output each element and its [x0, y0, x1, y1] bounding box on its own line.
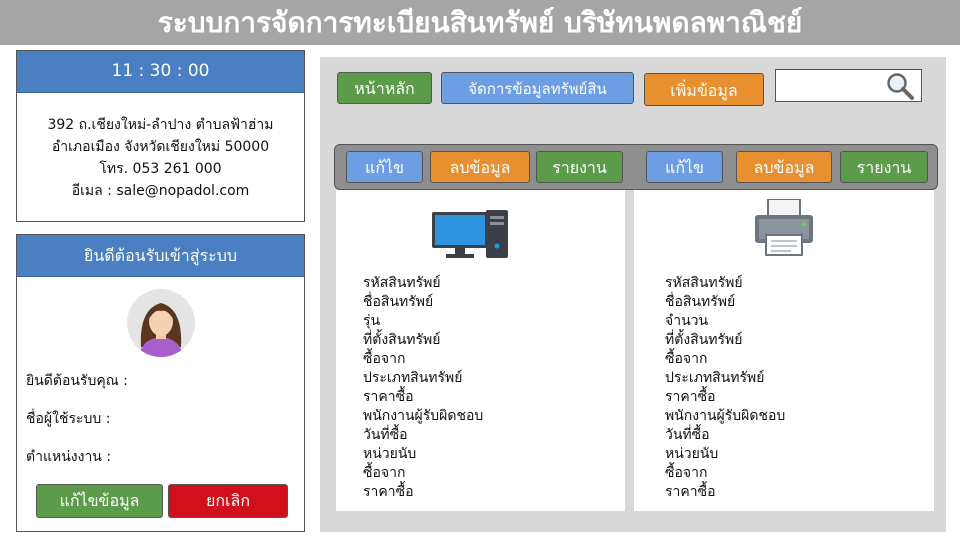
field-list: รหัสสินทรัพย์ ชื่อสินทรัพย์ จำนวน ที่ตั้… [665, 274, 785, 502]
welcome-header: ยินดีต้อนรับเข้าสู่ระบบ [17, 235, 304, 277]
list-item: ราคาซื้อ [665, 484, 716, 500]
user-avatar-icon [139, 303, 183, 357]
contact-panel: 11 : 30 : 00 392 ถ.เชียงใหม่-ลำปาง ตำบลฟ… [16, 50, 305, 222]
welcome-heading: ยินดีต้อนรับเข้าสู่ระบบ [83, 246, 238, 265]
list-item: จำนวน [665, 313, 709, 329]
add-data-button[interactable]: เพิ่มข้อมูล [644, 73, 764, 106]
list-item: ราคาซื้อ [363, 484, 414, 500]
welcome-panel: ยินดีต้อนรับเข้าสู่ระบบ ยินดีต้อนรับคุณ … [16, 234, 305, 532]
list-item: ประเภทสินทรัพย์ [665, 370, 765, 386]
cancel-button[interactable]: ยกเลิก [168, 484, 288, 518]
username-label: ชื่อผู้ใช้ระบบ : [26, 411, 111, 427]
list-item: พนักงานผู้รับผิดชอบ [665, 408, 786, 424]
avatar [127, 289, 195, 357]
computer-icon [432, 210, 508, 258]
contact-info: 392 ถ.เชียงใหม่-ลำปาง ตำบลฟ้าฮ่าม อำเภอเ… [17, 114, 304, 202]
list-item: วันที่ซื้อ [665, 427, 710, 443]
greeting-label: ยินดีต้อนรับคุณ : [26, 373, 128, 389]
asset-card-computer[interactable]: รหัสสินทรัพย์ ชื่อสินทรัพย์ รุ่น ที่ตั้ง… [336, 190, 625, 511]
title-bar: ระบบการจัดการทะเบียนสินทรัพย์ บริษัทนพดล… [0, 0, 960, 45]
asset-card-printer[interactable]: รหัสสินทรัพย์ ชื่อสินทรัพย์ จำนวน ที่ตั้… [634, 190, 934, 511]
list-item: ราคาซื้อ [363, 389, 414, 405]
list-item: ซื้อจาก [363, 465, 406, 481]
report-button-1[interactable]: รายงาน [536, 151, 623, 183]
search-input[interactable] [780, 74, 884, 99]
list-item: รหัสสินทรัพย์ [665, 275, 743, 291]
list-item: ราคาซื้อ [665, 389, 716, 405]
list-item: วันที่ซื้อ [363, 427, 408, 443]
edit-button-2[interactable]: แก้ไข [646, 151, 723, 183]
clock-header: 11 : 30 : 00 [17, 51, 304, 93]
report-button-2[interactable]: รายงาน [840, 151, 928, 183]
search-box[interactable] [775, 69, 922, 102]
list-item: พนักงานผู้รับผิดชอบ [363, 408, 484, 424]
edit-button-1[interactable]: แก้ไข [346, 151, 423, 183]
home-button[interactable]: หน้าหลัก [337, 72, 432, 104]
list-item: ชื่อสินทรัพย์ [363, 294, 434, 310]
field-list: รหัสสินทรัพย์ ชื่อสินทรัพย์ รุ่น ที่ตั้ง… [363, 274, 483, 502]
page-title: ระบบการจัดการทะเบียนสินทรัพย์ บริษัทนพดล… [157, 6, 803, 39]
manage-assets-button[interactable]: จัดการข้อมูลทรัพย์สิน [441, 72, 634, 104]
search-icon[interactable] [885, 71, 915, 101]
printer-icon [755, 199, 813, 256]
clock: 11 : 30 : 00 [111, 61, 210, 81]
list-item: ซื้อจาก [665, 465, 708, 481]
list-item: ที่ตั้งสินทรัพย์ [363, 332, 441, 348]
list-item: หน่วยนับ [363, 446, 417, 462]
list-item: ที่ตั้งสินทรัพย์ [665, 332, 743, 348]
list-item: รหัสสินทรัพย์ [363, 275, 441, 291]
phone: โทร. 053 261 000 [99, 161, 222, 177]
list-item: ประเภทสินทรัพย์ [363, 370, 463, 386]
list-item: รุ่น [363, 313, 381, 329]
position-label: ตำแหน่งงาน : [26, 449, 112, 465]
address-line-2: อำเภอเมือง จังหวัดเชียงใหม่ 50000 [51, 139, 270, 155]
list-item: หน่วยนับ [665, 446, 719, 462]
delete-button-1[interactable]: ลบข้อมูล [430, 151, 530, 183]
email: อีเมล : sale@nopadol.com [71, 183, 250, 199]
list-item: ซื้อจาก [363, 351, 406, 367]
edit-profile-button[interactable]: แก้ไขข้อมูล [36, 484, 163, 518]
list-item: ชื่อสินทรัพย์ [665, 294, 736, 310]
delete-button-2[interactable]: ลบข้อมูล [736, 151, 832, 183]
list-item: ซื้อจาก [665, 351, 708, 367]
address-line-1: 392 ถ.เชียงใหม่-ลำปาง ตำบลฟ้าฮ่าม [47, 117, 274, 133]
